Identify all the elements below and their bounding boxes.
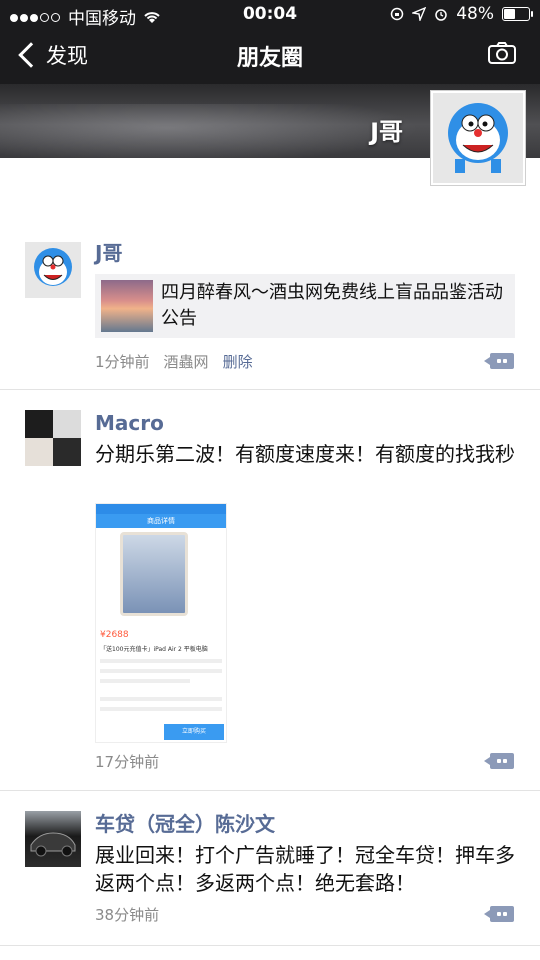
delete-link[interactable]: 删除 (223, 351, 253, 372)
post-divider (0, 790, 540, 791)
camera-icon[interactable] (488, 42, 516, 64)
link-title: 四月醉春风～酒虫网免费线上盲品品鉴活动公告 (161, 282, 503, 329)
post-text: 展业回来！打个广告就睡了！冠全车贷！押车多返两个点！多返两个点！绝无套路！ (95, 843, 515, 895)
moment-post: 车贷（冠全）陈沙文 展业回来！打个广告就睡了！冠全车贷！押车多返两个点！多返两个… (0, 811, 540, 951)
ipad-image (120, 532, 188, 616)
alarm-icon (435, 9, 447, 21)
avatar[interactable] (25, 811, 81, 867)
doraemon-avatar-icon (25, 242, 81, 298)
image-buy-button: 立即购买 (164, 724, 224, 740)
avatar[interactable] (25, 242, 81, 298)
post-author[interactable]: 车贷（冠全）陈沙文 (95, 811, 515, 837)
moment-post: J哥 四月醉春风～酒虫网免费线上盲品品鉴活动公告 1分钟前 酒蟲网 删除 (0, 240, 540, 390)
status-bar: 中国移动 00:04 48% (0, 0, 540, 29)
top-bar: 中国移动 00:04 48% 发现 朋友圈 (0, 0, 540, 84)
link-thumbnail (101, 280, 153, 332)
post-time: 17分钟前 (95, 753, 160, 771)
cover-username: J哥 (370, 118, 403, 146)
image-header-text: 商品详情 (96, 514, 226, 528)
post-divider (0, 945, 540, 946)
page-title: 朋友圈 (236, 46, 303, 71)
post-author[interactable]: Macro (95, 410, 515, 436)
post-time: 38分钟前 (95, 906, 160, 924)
car-avatar-icon (30, 832, 76, 857)
post-source[interactable]: 酒蟲网 (164, 351, 209, 372)
rotation-lock-icon (390, 7, 404, 21)
post-image[interactable]: 商品详情 ¥2688 「送100元充值卡」iPad Air 2 平板电脑 立即购… (95, 503, 227, 743)
post-text: 分期乐第二波！有额度速度来！有额度的找我秒 (95, 442, 515, 466)
battery-icon (502, 7, 533, 21)
comment-icon[interactable] (484, 753, 514, 769)
image-price: ¥2688 (100, 630, 129, 640)
post-time: 1分钟前 (95, 353, 150, 371)
battery-percent: 48% (456, 4, 494, 24)
comment-icon[interactable] (484, 353, 514, 369)
cover-avatar[interactable] (430, 90, 526, 186)
image-product-title: 「送100元充值卡」iPad Air 2 平板电脑 (100, 646, 208, 653)
doraemon-avatar-icon (433, 93, 523, 183)
avatar[interactable] (25, 410, 81, 466)
post-author[interactable]: J哥 (95, 240, 515, 266)
location-icon (412, 7, 427, 21)
shared-link-card[interactable]: 四月醉春风～酒虫网免费线上盲品品鉴活动公告 (95, 274, 515, 338)
post-divider (0, 389, 540, 390)
moment-post: Macro 分期乐第二波！有额度速度来！有额度的找我秒 17分钟前 (0, 410, 540, 790)
comment-icon[interactable] (484, 906, 514, 922)
nav-bar: 发现 朋友圈 (0, 30, 540, 84)
